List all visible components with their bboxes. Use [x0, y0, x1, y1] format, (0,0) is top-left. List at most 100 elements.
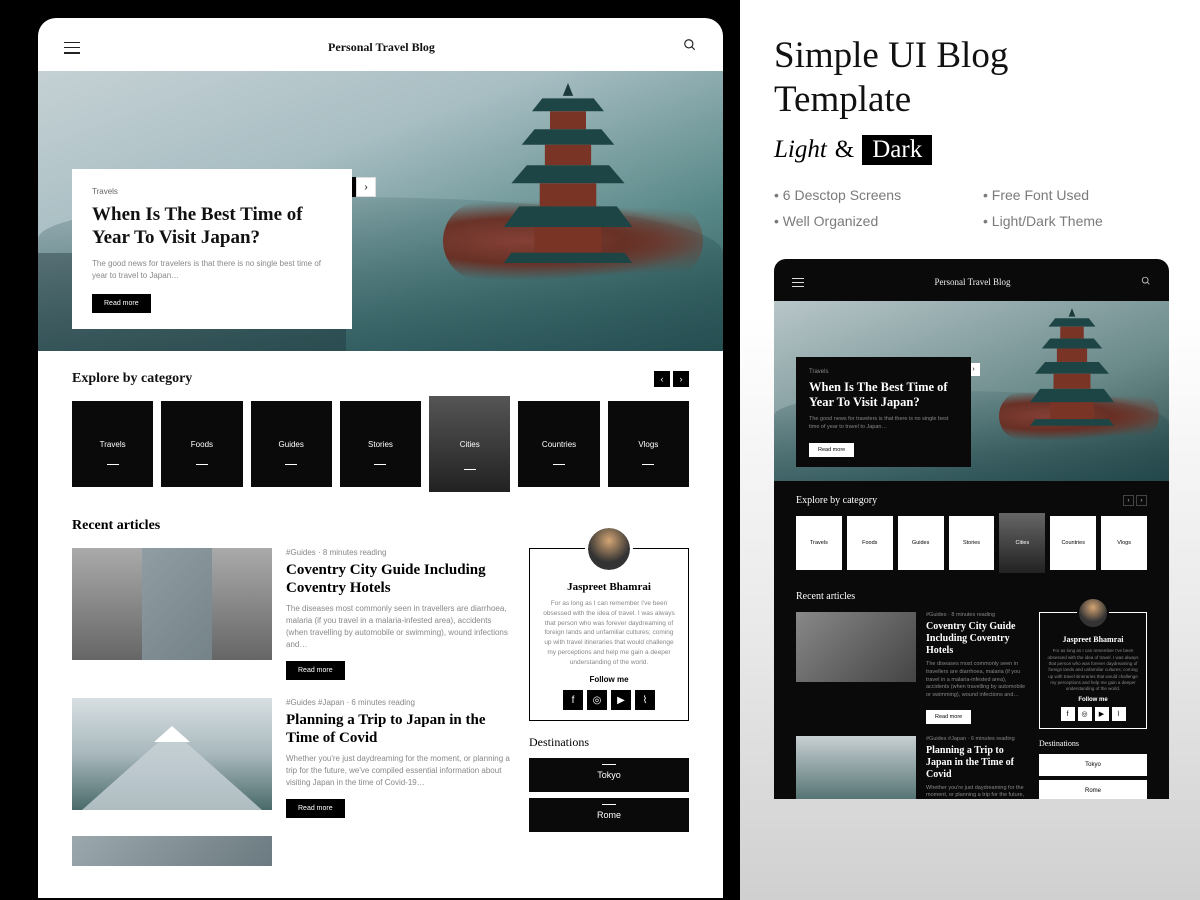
hero-card: Travels When Is The Best Time of Year To…: [72, 169, 352, 329]
category-card[interactable]: Stories: [949, 516, 995, 570]
explore-title: Explore by category: [72, 371, 192, 387]
feature-item: • 6 Desctop Screens: [774, 187, 961, 203]
explore-section: Explore by category ‹ › Travels Foods Gu…: [774, 481, 1169, 579]
pagoda-illustration: [1030, 307, 1114, 432]
recent-section: Recent articles #Guides · 8 minutes read…: [774, 579, 1169, 799]
article-readmore-button[interactable]: Read more: [286, 661, 345, 680]
destinations-title: Destinations: [1039, 739, 1147, 748]
article-title[interactable]: Coventry City Guide Including Coventry H…: [286, 561, 511, 597]
article-meta: #Guides · 8 minutes reading: [926, 612, 1027, 618]
pagoda-illustration: [503, 83, 633, 268]
hero-readmore-button[interactable]: Read more: [809, 443, 854, 457]
article-row: #Guides · 8 minutes reading Coventry Cit…: [72, 548, 511, 680]
cat-prev-button[interactable]: ‹: [654, 371, 670, 387]
destination-card[interactable]: Rome: [529, 798, 689, 832]
article-thumb[interactable]: [72, 548, 272, 660]
explore-title: Explore by category: [796, 495, 877, 506]
category-card[interactable]: Guides: [898, 516, 944, 570]
author-card: Jaspreet Bhamrai For as long as I can re…: [1039, 612, 1147, 729]
author-name: Jaspreet Bhamrai: [540, 581, 678, 593]
category-card[interactable]: Guides: [251, 401, 332, 487]
feature-item: • Free Font Used: [983, 187, 1170, 203]
article-title[interactable]: Planning a Trip to Japan in the Time of …: [286, 711, 511, 747]
category-card[interactable]: Travels: [72, 401, 153, 487]
search-icon[interactable]: [683, 38, 697, 57]
sidebar: Jaspreet Bhamrai For as long as I can re…: [1039, 612, 1147, 799]
destination-card[interactable]: Tokyo: [529, 758, 689, 792]
category-card[interactable]: Foods: [847, 516, 893, 570]
hero-desc: The good news for travelers is that ther…: [809, 415, 958, 432]
hero-tag: Travels: [92, 187, 332, 196]
preview-dark-card: Personal Travel Blog ‹ ›: [774, 259, 1169, 799]
social-row: f ◎ ▶ ⌇: [540, 690, 678, 710]
facebook-icon[interactable]: f: [563, 690, 583, 710]
instagram-icon[interactable]: ◎: [1078, 707, 1092, 721]
youtube-icon[interactable]: ▶: [611, 690, 631, 710]
category-card[interactable]: Countries: [518, 401, 599, 487]
article-thumb[interactable]: [796, 736, 916, 800]
hero-title: When Is The Best Time of Year To Visit J…: [92, 204, 332, 250]
link-icon[interactable]: ⌇: [635, 690, 655, 710]
author-bio: For as long as I can remember I've been …: [540, 599, 678, 667]
site-title: Personal Travel Blog: [934, 277, 1010, 287]
article-meta: #Guides · 8 minutes reading: [286, 548, 511, 557]
category-card[interactable]: Foods: [161, 401, 242, 487]
avatar: [1077, 597, 1109, 629]
header: Personal Travel Blog: [38, 18, 723, 71]
instagram-icon[interactable]: ◎: [587, 690, 607, 710]
article-row: #Guides #Japan · 6 minutes reading Plann…: [72, 698, 511, 818]
menu-icon[interactable]: [792, 278, 804, 287]
search-icon[interactable]: [1141, 273, 1151, 291]
sidebar: Jaspreet Bhamrai For as long as I can re…: [529, 548, 689, 884]
article-desc: The diseases most commonly seen in trave…: [286, 603, 511, 651]
category-card[interactable]: Stories: [340, 401, 421, 487]
category-card[interactable]: Travels: [796, 516, 842, 570]
destination-card[interactable]: Rome: [1039, 780, 1147, 799]
article-thumb[interactable]: [796, 612, 916, 682]
follow-label: Follow me: [540, 675, 678, 684]
article-desc: Whether you're just daydreaming for the …: [286, 753, 511, 789]
social-row: f ◎ ▶ ⌇: [1047, 707, 1139, 721]
category-card-active[interactable]: Cities: [999, 513, 1045, 573]
hero-tag: Travels: [809, 369, 958, 375]
hero-image: ‹ › Travels When Is The Best Time of Yea…: [774, 301, 1169, 481]
hero-readmore-button[interactable]: Read more: [92, 294, 151, 313]
category-card[interactable]: Vlogs: [608, 401, 689, 487]
site-title: Personal Travel Blog: [328, 40, 435, 55]
promo-subtitle: Light & Dark: [774, 135, 1170, 165]
cat-prev-button[interactable]: ‹: [1123, 495, 1134, 506]
article-thumb[interactable]: [72, 698, 272, 810]
category-row: Travels Foods Guides Stories Cities Coun…: [72, 401, 689, 492]
cat-next-button[interactable]: ›: [673, 371, 689, 387]
cat-next-button[interactable]: ›: [1136, 495, 1147, 506]
promo-title: Simple UI BlogTemplate: [774, 34, 1170, 121]
feature-item: • Light/Dark Theme: [983, 213, 1170, 229]
hero-card: Travels When Is The Best Time of Year To…: [796, 357, 971, 468]
category-pager: ‹ ›: [1123, 495, 1147, 506]
category-card-active[interactable]: Cities: [429, 396, 510, 492]
feature-item: • Well Organized: [774, 213, 961, 229]
menu-icon[interactable]: [64, 42, 80, 54]
category-card[interactable]: Vlogs: [1101, 516, 1147, 570]
article-desc: Whether you're just daydreaming for the …: [926, 785, 1027, 800]
article-meta: #Guides #Japan · 6 minutes reading: [926, 736, 1027, 742]
destination-card[interactable]: Tokyo: [1039, 754, 1147, 776]
avatar: [585, 525, 633, 573]
header: Personal Travel Blog: [774, 259, 1169, 301]
article-readmore-button[interactable]: Read more: [286, 799, 345, 818]
article-meta: #Guides #Japan · 6 minutes reading: [286, 698, 511, 707]
article-title[interactable]: Coventry City Guide Including Coventry H…: [926, 621, 1027, 657]
explore-section: Explore by category ‹ › Travels Foods Gu…: [38, 351, 723, 500]
hero-image: ‹ › Travels When Is The Best Time of Yea…: [38, 71, 723, 351]
article-readmore-button[interactable]: Read more: [926, 710, 971, 724]
youtube-icon[interactable]: ▶: [1095, 707, 1109, 721]
article-thumb-partial[interactable]: [72, 836, 272, 866]
category-row: Travels Foods Guides Stories Cities Coun…: [796, 516, 1147, 573]
facebook-icon[interactable]: f: [1061, 707, 1075, 721]
link-icon[interactable]: ⌇: [1112, 707, 1126, 721]
author-name: Jaspreet Bhamrai: [1047, 635, 1139, 644]
hero-next-button[interactable]: ›: [356, 177, 376, 197]
category-card[interactable]: Countries: [1050, 516, 1096, 570]
article-title[interactable]: Planning a Trip to Japan in the Time of …: [926, 745, 1027, 781]
author-card: Jaspreet Bhamrai For as long as I can re…: [529, 548, 689, 721]
